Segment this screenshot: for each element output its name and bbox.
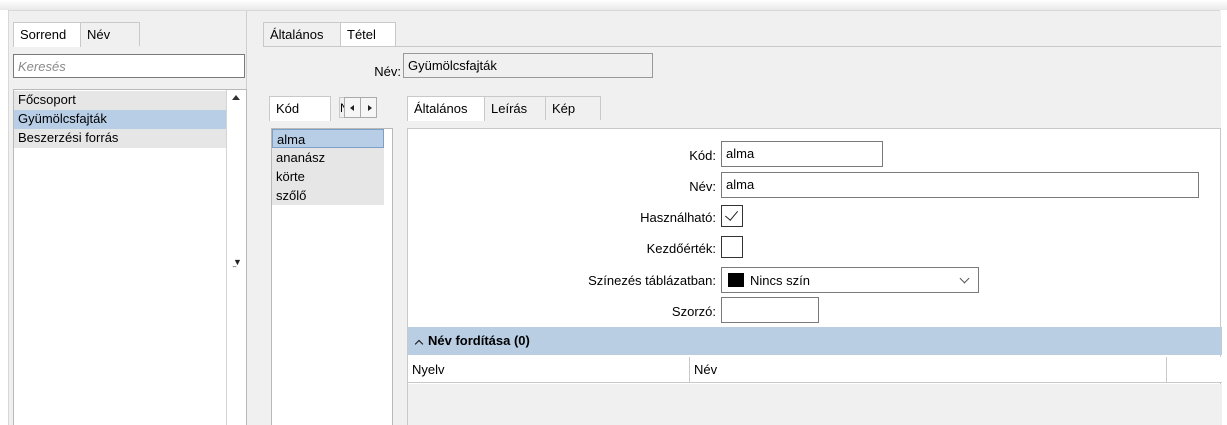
color-label: Színezés táblázatban: — [588, 273, 716, 288]
code-field[interactable]: alma — [721, 141, 883, 167]
tab-altalanos[interactable]: Általános — [263, 22, 341, 46]
name-field[interactable]: alma — [721, 172, 1199, 198]
main-tab-strip: Általános Tétel — [263, 22, 396, 47]
detail-tab-strip: Általános Leírás Kép — [407, 96, 601, 121]
usable-checkbox[interactable] — [721, 205, 743, 227]
translation-section-header[interactable]: Név fordítása (0) — [408, 327, 1222, 355]
group-list: Főcsoport Gyümölcsfajták Beszerzési forr… — [13, 89, 247, 425]
multiplier-field[interactable] — [721, 297, 819, 323]
default-value-label: Kezdőérték: — [646, 241, 716, 256]
collapse-caret-icon — [414, 339, 424, 349]
tab-scroll-left-button[interactable] — [344, 97, 361, 118]
application-frame: Sorrend Név Keresés Főcsoport Gyümölcsfa… — [8, 10, 1222, 425]
group-list-items: Főcsoport Gyümölcsfajták Beszerzési forr… — [14, 91, 226, 148]
arrow-left-icon — [350, 105, 354, 111]
detail-form-panel: Kód: alma Név: alma Használható: Kezdőér… — [407, 128, 1222, 425]
color-swatch-icon — [728, 273, 744, 287]
list-item-ananasz[interactable]: ananász — [272, 148, 384, 167]
move-up-icon[interactable] — [232, 95, 240, 100]
left-navigation-pane: Sorrend Név Keresés Főcsoport Gyümölcsfa… — [9, 11, 247, 425]
list-item-szolo[interactable]: szőlő — [272, 186, 384, 205]
search-input[interactable]: Keresés — [13, 54, 245, 78]
checkmark-icon — [724, 207, 739, 221]
tab-detail-kep[interactable]: Kép — [545, 96, 601, 120]
tab-kod[interactable]: Kód — [269, 96, 331, 121]
color-select[interactable]: Nincs szín — [721, 267, 979, 293]
tab-detail-leiras[interactable]: Leírás — [484, 96, 546, 120]
list-item-korte[interactable]: körte — [272, 167, 384, 186]
window-top-shadow — [0, 0, 1227, 10]
group-list-scrollbar[interactable]: ▼ ‾ — [226, 90, 246, 425]
tab-scroll-right-button[interactable] — [360, 97, 377, 118]
code-label: Kód: — [689, 148, 716, 163]
list-item-alma[interactable]: alma — [272, 129, 384, 148]
left-tab-strip: Sorrend Név — [13, 22, 140, 47]
move-to-bottom-icon[interactable]: ▼ ‾ — [233, 258, 242, 276]
tab-tetel[interactable]: Tétel — [340, 22, 396, 47]
list-item-beszerzesi-forras[interactable]: Beszerzési forrás — [14, 129, 226, 148]
name-label: Név: — [689, 179, 716, 194]
translation-grid-body — [408, 384, 1222, 425]
group-name-field: Gyümölcsfajták — [403, 53, 653, 78]
tab-detail-altalanos[interactable]: Általános — [407, 96, 485, 121]
default-value-checkbox[interactable] — [721, 236, 743, 258]
chevron-down-icon — [959, 273, 970, 284]
translation-grid-header: Nyelv Név — [408, 357, 1222, 383]
group-name-label: Név: — [374, 64, 401, 79]
column-header-nev[interactable]: Név — [690, 357, 1167, 382]
column-header-nyelv[interactable]: Nyelv — [408, 357, 690, 382]
usable-label: Használható: — [640, 210, 716, 225]
tab-nev[interactable]: Név — [80, 22, 140, 46]
code-list: alma ananász körte szőlő — [271, 128, 393, 425]
list-item-focsoport[interactable]: Főcsoport — [14, 91, 226, 110]
right-detail-pane: Általános Tétel Név: Gyümölcsfajták Kód … — [255, 11, 1222, 425]
tab-divider — [263, 46, 1221, 47]
tab-sorrend[interactable]: Sorrend — [13, 22, 81, 47]
multiplier-label: Szorzó: — [671, 304, 716, 319]
code-tab-navigation: N — [339, 97, 377, 118]
translation-section-title: Név fordítása (0) — [428, 333, 530, 348]
list-item-gyumolcsfajtak[interactable]: Gyümölcsfajták — [14, 110, 226, 129]
arrow-right-icon — [368, 105, 372, 111]
color-select-value: Nincs szín — [750, 273, 810, 288]
code-tab-strip: Kód — [269, 96, 331, 121]
